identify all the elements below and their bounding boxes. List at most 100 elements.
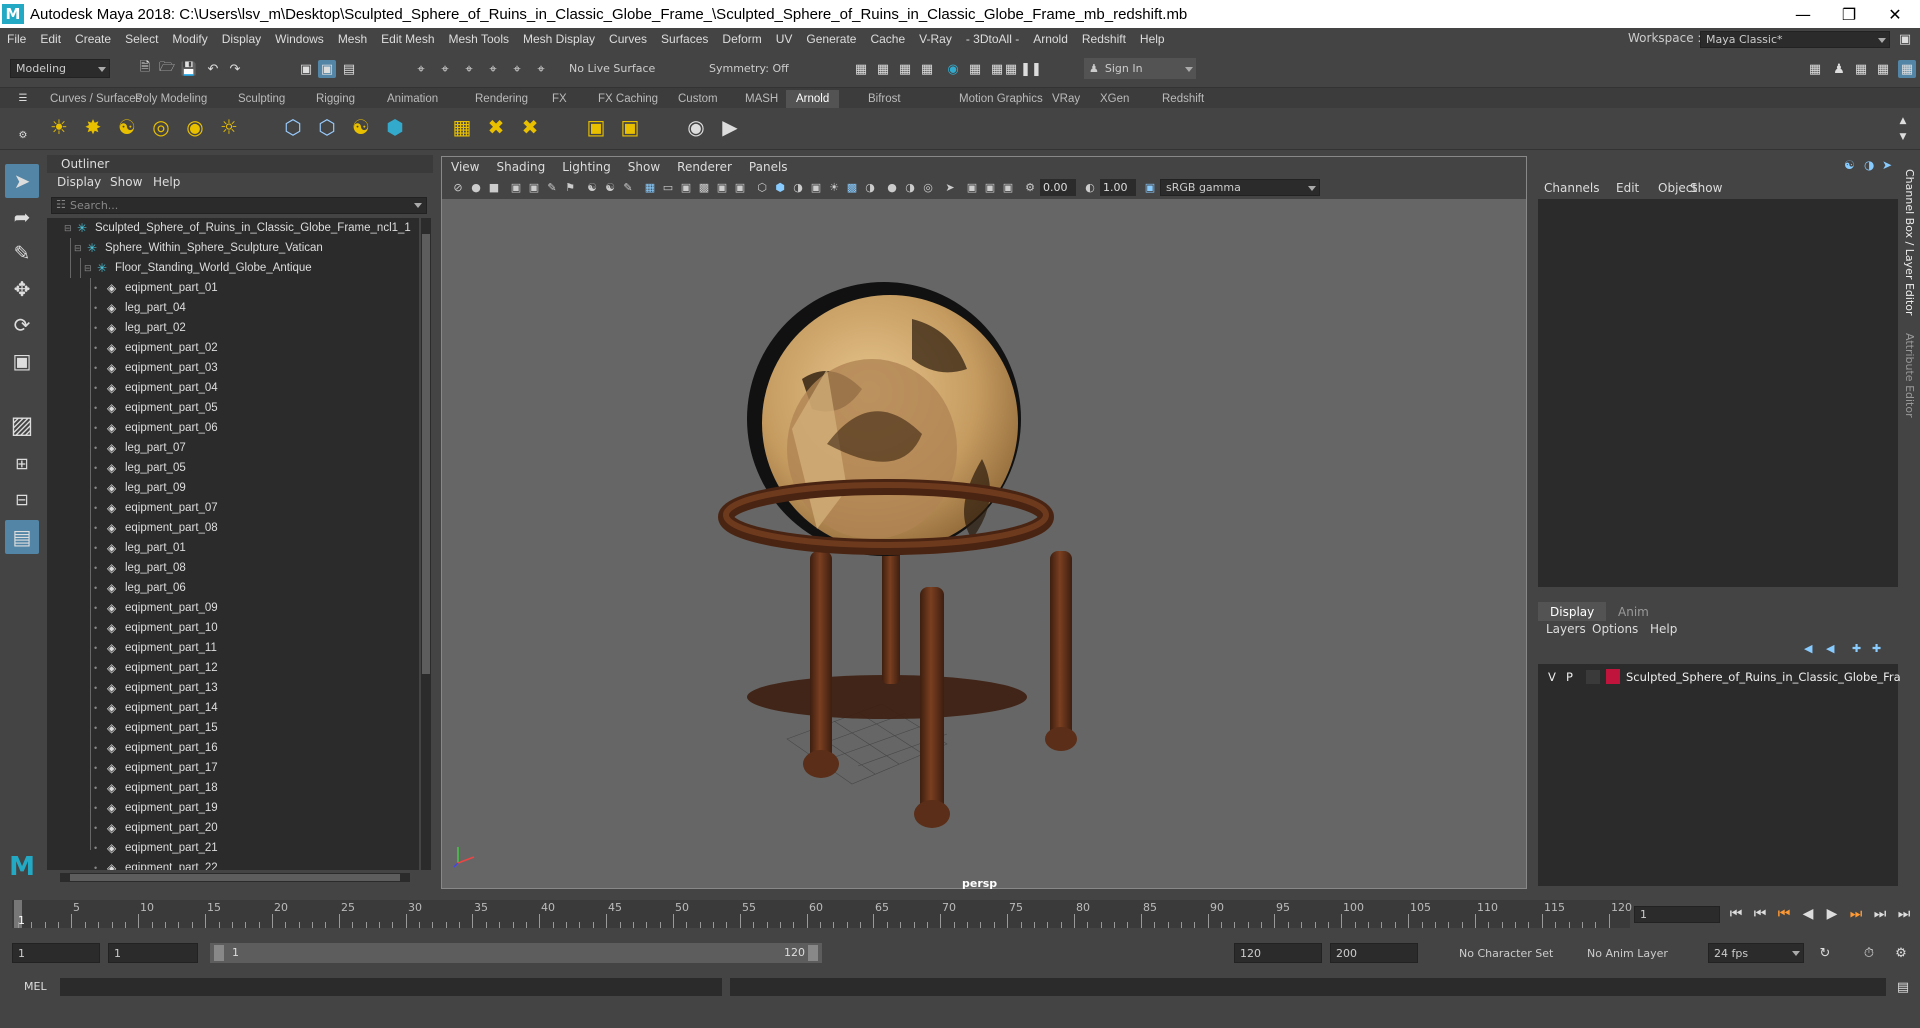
shelf-tab-motion-graphics[interactable]: Motion Graphics bbox=[949, 90, 1053, 108]
expand-dot-icon[interactable]: • bbox=[94, 763, 97, 773]
xray-icon[interactable]: ▣ bbox=[964, 179, 980, 195]
standin-icon[interactable]: ⬡ bbox=[280, 114, 306, 140]
channel-menu-show[interactable]: Show bbox=[1690, 181, 1722, 195]
outliner-row[interactable]: • ◈ eqipment_part_10 bbox=[47, 618, 419, 638]
render-settings-icon[interactable]: ▦ bbox=[918, 60, 936, 78]
isolate-select-icon[interactable]: ☯ bbox=[584, 179, 600, 195]
shelf-tab-animation[interactable]: Animation bbox=[377, 90, 448, 108]
camera-attributes-icon[interactable]: ● bbox=[468, 179, 484, 195]
select-camera-icon[interactable]: ⊘ bbox=[450, 179, 466, 195]
expand-dot-icon[interactable]: • bbox=[94, 723, 97, 733]
expand-dot-icon[interactable]: • bbox=[94, 803, 97, 813]
move-layer-up-icon[interactable]: ◀ bbox=[1804, 642, 1812, 655]
auto-key-icon[interactable]: ⏱ bbox=[1860, 944, 1878, 962]
outliner-row[interactable]: • ◈ eqipment_part_05 bbox=[47, 398, 419, 418]
channel-menu-channels[interactable]: Channels bbox=[1544, 181, 1600, 195]
script-editor-icon[interactable]: ▤ bbox=[1894, 978, 1912, 996]
layer-visibility-toggle[interactable]: V bbox=[1548, 670, 1556, 684]
new-empty-layer-icon[interactable]: ✚ bbox=[1852, 642, 1861, 655]
expand-dot-icon[interactable]: • bbox=[94, 583, 97, 593]
lasso-tool-icon[interactable]: ➦ bbox=[5, 200, 39, 234]
expand-dot-icon[interactable]: • bbox=[94, 303, 97, 313]
layer-tab-anim[interactable]: Anim bbox=[1606, 602, 1661, 621]
outliner-row[interactable]: • ◈ eqipment_part_18 bbox=[47, 778, 419, 798]
character-controls-icon[interactable]: ♟ bbox=[1830, 60, 1848, 78]
expand-dot-icon[interactable]: • bbox=[94, 663, 97, 673]
outliner-row[interactable]: • ◈ leg_part_08 bbox=[47, 558, 419, 578]
layer-menu-layers[interactable]: Layers bbox=[1546, 622, 1586, 636]
menu-edit-mesh[interactable]: Edit Mesh bbox=[374, 32, 441, 46]
snap-point-icon[interactable]: ⌖ bbox=[460, 60, 478, 78]
current-frame-field[interactable]: 1 bbox=[1634, 906, 1720, 923]
undo-icon[interactable]: ↶ bbox=[204, 60, 222, 78]
collapse-icon[interactable]: ⊟ bbox=[84, 263, 92, 274]
gate-mask-icon[interactable]: ▩ bbox=[696, 179, 712, 195]
layer-row[interactable]: V P Sculpted_Sphere_of_Ruins_in_Classic_… bbox=[1538, 668, 1919, 686]
attribute-icon[interactable]: ◑ bbox=[1864, 158, 1874, 172]
arnold-render-icon[interactable]: ▦ bbox=[966, 60, 984, 78]
expand-dot-icon[interactable]: • bbox=[94, 483, 97, 493]
expand-dot-icon[interactable]: • bbox=[94, 563, 97, 573]
film-gate-icon[interactable]: ▭ bbox=[660, 179, 676, 195]
flush-caches-icon[interactable]: ✖ bbox=[483, 114, 509, 140]
expand-dot-icon[interactable]: • bbox=[94, 603, 97, 613]
viewport-menu-view[interactable]: View bbox=[442, 160, 487, 174]
paint-select-tool-icon[interactable]: ✎ bbox=[5, 236, 39, 270]
expand-dot-icon[interactable]: • bbox=[94, 383, 97, 393]
channel-box-body[interactable] bbox=[1538, 199, 1898, 587]
outliner-row[interactable]: • ◈ eqipment_part_09 bbox=[47, 598, 419, 618]
expand-dot-icon[interactable]: • bbox=[94, 423, 97, 433]
expand-dot-icon[interactable]: • bbox=[94, 523, 97, 533]
menu-help[interactable]: Help bbox=[1133, 32, 1172, 46]
close-button[interactable]: ✕ bbox=[1872, 0, 1918, 28]
shadows-icon[interactable]: ▩ bbox=[844, 179, 860, 195]
expand-dot-icon[interactable]: • bbox=[94, 623, 97, 633]
outliner-row[interactable]: • ◈ eqipment_part_21 bbox=[47, 838, 419, 858]
end-frame-field[interactable]: 200 bbox=[1330, 943, 1418, 963]
menu-display[interactable]: Display bbox=[215, 32, 268, 46]
outliner-row[interactable]: • ◈ leg_part_07 bbox=[47, 438, 419, 458]
xray-active-icon[interactable]: ▣ bbox=[982, 179, 998, 195]
layer-menu-help[interactable]: Help bbox=[1650, 622, 1677, 636]
outliner-row[interactable]: • ◈ eqipment_part_20 bbox=[47, 818, 419, 838]
go-to-end-icon[interactable]: ⏭ bbox=[1894, 906, 1914, 922]
menu-modify[interactable]: Modify bbox=[165, 32, 214, 46]
modeling-toolkit-icon[interactable]: ▦ bbox=[1806, 60, 1824, 78]
shelf-scroll-down-icon[interactable]: ▼ bbox=[1894, 128, 1912, 146]
shelf-tab-mash[interactable]: MASH bbox=[735, 90, 788, 108]
shelf-tab-arnold[interactable]: Arnold bbox=[786, 90, 840, 108]
layer-tab-display[interactable]: Display bbox=[1538, 602, 1607, 621]
menu-surfaces[interactable]: Surfaces bbox=[654, 32, 715, 46]
viewport-menu-show[interactable]: Show bbox=[619, 160, 668, 174]
play-backwards-icon[interactable]: ◀ bbox=[1798, 906, 1818, 922]
shelf-menu-icon[interactable]: ☰ bbox=[14, 89, 32, 107]
menu-uv[interactable]: UV bbox=[769, 32, 800, 46]
render-play-icon[interactable]: ▶ bbox=[717, 114, 743, 140]
menu-mesh-display[interactable]: Mesh Display bbox=[516, 32, 602, 46]
move-tool-icon[interactable]: ✥ bbox=[5, 272, 39, 306]
attribute-editor-toggle-icon[interactable]: ▦ bbox=[1852, 60, 1870, 78]
gamma-field[interactable]: 1.00 bbox=[1100, 179, 1136, 196]
expand-dot-icon[interactable]: • bbox=[94, 683, 97, 693]
outliner-hscroll-thumb[interactable] bbox=[70, 874, 400, 881]
expand-dot-icon[interactable]: • bbox=[94, 463, 97, 473]
outliner-row[interactable]: • ◈ leg_part_06 bbox=[47, 578, 419, 598]
channel-box-icon[interactable]: ☯ bbox=[1844, 158, 1855, 172]
expand-dot-icon[interactable]: • bbox=[94, 823, 97, 833]
two-view-layout-icon[interactable]: ⊟ bbox=[5, 482, 39, 516]
outliner-row[interactable]: • ◈ eqipment_part_16 bbox=[47, 738, 419, 758]
shelf-tab-xgen[interactable]: XGen bbox=[1090, 90, 1139, 108]
shelf-tab-fx[interactable]: FX bbox=[542, 90, 577, 108]
outliner-menu-display[interactable]: Display bbox=[57, 175, 101, 189]
menu-cache[interactable]: Cache bbox=[863, 32, 912, 46]
menuset-dropdown[interactable]: Modeling bbox=[10, 59, 110, 78]
outliner-row[interactable]: ⊟ ✳ Sculpted_Sphere_of_Ruins_in_Classic_Gl… bbox=[47, 218, 419, 238]
expand-dot-icon[interactable]: • bbox=[94, 743, 97, 753]
playback-start-field[interactable]: 1 bbox=[108, 943, 198, 963]
range-start-handle[interactable] bbox=[214, 945, 224, 961]
outliner-search-box[interactable]: ☷ Search... bbox=[51, 197, 427, 214]
outliner-row[interactable]: • ◈ eqipment_part_13 bbox=[47, 678, 419, 698]
safe-action-icon[interactable]: ▣ bbox=[732, 179, 748, 195]
bookmark-icon[interactable]: ⚑ bbox=[562, 179, 578, 195]
four-view-layout-icon[interactable]: ⊞ bbox=[5, 446, 39, 480]
